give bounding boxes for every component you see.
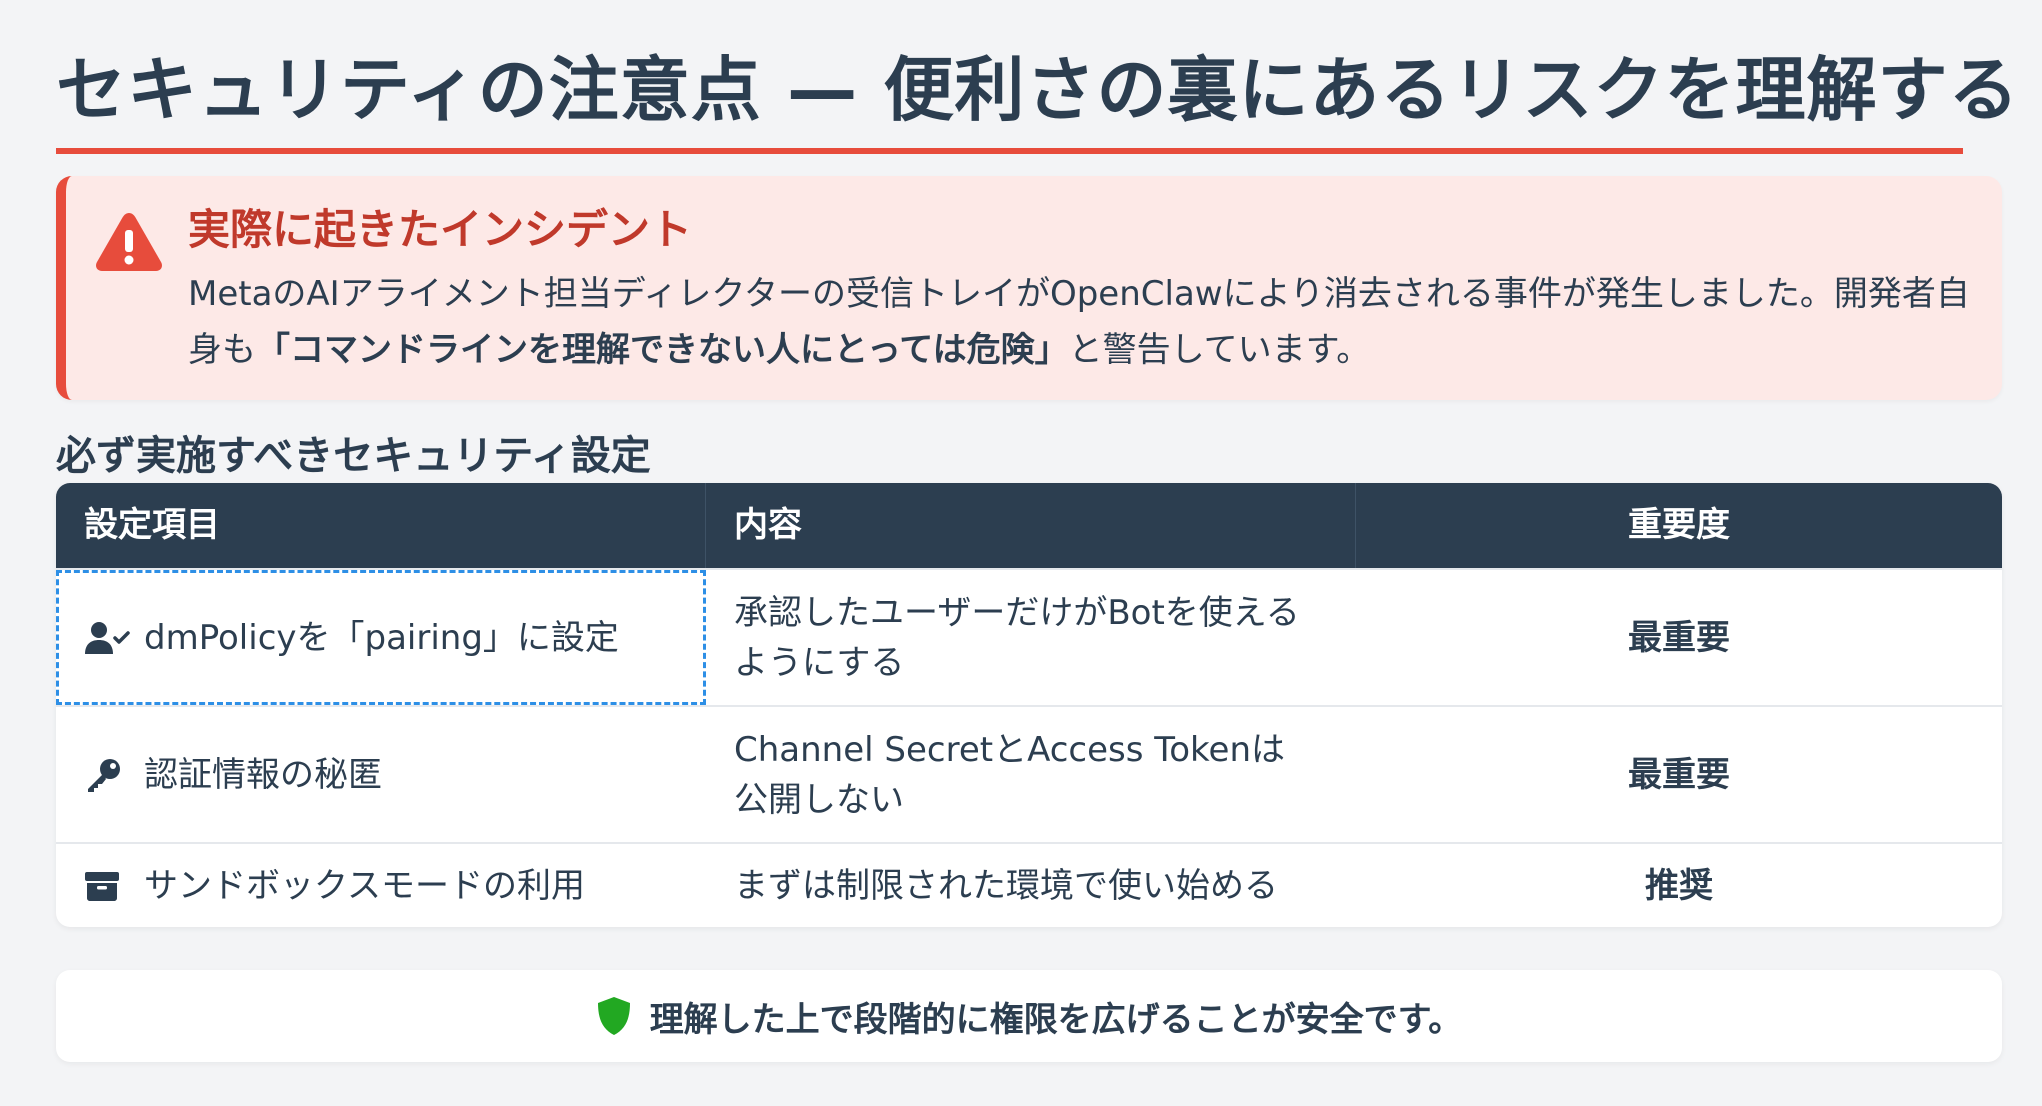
column-header-importance: 重要度 — [1628, 505, 1730, 545]
box-icon — [84, 868, 132, 904]
warning-triangle-icon — [96, 213, 162, 271]
setting-description: 承認したユーザーだけがBotを使えるようにする — [706, 570, 1356, 705]
table-header: 設定項目 内容 重要度 — [56, 483, 2002, 568]
key-icon — [84, 757, 132, 793]
alert-body-text-end: と警告しています。 — [1068, 330, 1371, 370]
alert-body: MetaのAIアライメント担当ディレクターの受信トレイがOpenClawにより消… — [188, 266, 1988, 378]
alert-title: 実際に起きたインシデント — [188, 205, 693, 254]
note-text: 理解した上で段階的に権限を広げることが安全です。 — [649, 999, 1463, 1040]
setting-description-text: Channel SecretとAccess Tokenは公開しない — [734, 729, 1286, 820]
safety-note: 理解した上で段階的に権限を広げることが安全です。 — [56, 970, 2002, 1062]
incident-alert: 実際に起きたインシデント MetaのAIアライメント担当ディレクターの受信トレイ… — [56, 176, 2002, 400]
table-row: サンドボックスモードの利用 まずは制限された環境で使い始める 推奨 — [56, 842, 2002, 927]
setting-description-text: 承認したユーザーだけがBotを使えるようにする — [734, 592, 1300, 683]
table-row: dmPolicyを「pairing」に設定 承認したユーザーだけがBotを使える… — [56, 568, 2002, 705]
section-title: 必ず実施すべきセキュリティ設定 — [56, 433, 651, 479]
setting-name: dmPolicyを「pairing」に設定 — [144, 617, 619, 658]
column-header-item: 設定項目 — [56, 483, 706, 568]
title-underline — [56, 148, 1963, 154]
column-header-content: 内容 — [706, 483, 1356, 568]
importance-value: 推奨 — [1645, 865, 1713, 906]
setting-name: 認証情報の秘匿 — [144, 754, 382, 795]
page: セキュリティの注意点 — 便利さの裏にあるリスクを理解する 実際に起きたインシデ… — [56, 0, 2020, 1062]
setting-name: サンドボックスモードの利用 — [144, 865, 585, 906]
page-title: セキュリティの注意点 — 便利さの裏にあるリスクを理解する — [56, 49, 2020, 131]
setting-description: Channel SecretとAccess Tokenは公開しない — [706, 707, 1356, 842]
setting-cell-dmpolicy[interactable]: dmPolicyを「pairing」に設定 — [56, 570, 706, 705]
setting-description: まずは制限された環境で使い始める — [706, 844, 1356, 927]
table-row: 認証情報の秘匿 Channel SecretとAccess Tokenは公開しな… — [56, 705, 2002, 842]
setting-cell-sandbox: サンドボックスモードの利用 — [56, 844, 706, 927]
setting-description-text: まずは制限された環境で使い始める — [734, 865, 1278, 906]
setting-cell-credentials: 認証情報の秘匿 — [56, 707, 706, 842]
alert-body-emphasis: 「コマンドラインを理解できない人にとっては危険」 — [256, 330, 1069, 370]
user-check-icon — [84, 620, 132, 656]
importance-value: 最重要 — [1628, 754, 1730, 795]
shield-icon — [597, 997, 630, 1035]
importance-value: 最重要 — [1628, 617, 1730, 658]
security-settings-table: 設定項目 内容 重要度 dmPolicyを「pairing」に設定 承認したユー… — [56, 483, 2002, 927]
